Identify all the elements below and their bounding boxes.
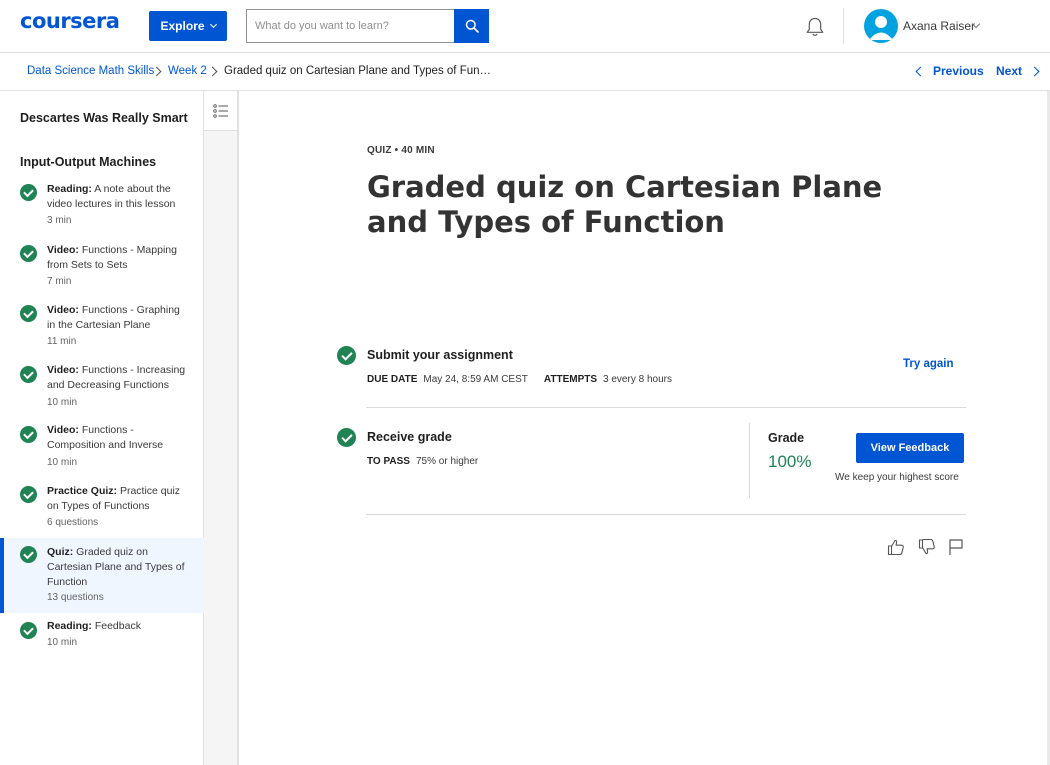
sidebar-item[interactable]: Practice Quiz: Practice quiz on Types of… (0, 483, 204, 539)
sidebar-item[interactable]: Video: Functions - Composition and Inver… (0, 423, 204, 479)
item-meta: 7 min (47, 276, 72, 287)
thumbs-down-icon[interactable] (917, 537, 937, 557)
toggle-outline-button[interactable] (204, 91, 237, 131)
sidebar-item-label: Video: Functions - Increasing and Decrea… (47, 363, 187, 393)
item-type: Practice Quiz: (47, 485, 118, 497)
quiz-kicker: QUIZ • 40 MIN (367, 145, 435, 156)
check-circle-icon (20, 366, 37, 383)
search-icon (465, 19, 479, 33)
check-circle-icon (337, 428, 356, 447)
sidebar-item-label: Quiz: Graded quiz on Cartesian Plane and… (47, 545, 187, 590)
grade-divider (749, 423, 750, 498)
search-button[interactable] (454, 9, 489, 43)
header-divider (843, 8, 844, 44)
sidebar-item[interactable]: Video: Functions - Graphing in the Carte… (0, 302, 204, 358)
grade-label: Grade (768, 431, 805, 445)
search-placeholder: What do you want to learn? (255, 20, 389, 32)
explore-button[interactable]: Explore (149, 11, 227, 41)
previous-button[interactable]: Previous (915, 64, 984, 78)
check-circle-icon (20, 622, 37, 639)
due-date-value: May 24, 8:59 AM CEST (423, 374, 528, 385)
sidebar-item-label: Reading: Feedback (47, 619, 187, 634)
chevron-right-icon (207, 66, 218, 77)
item-meta: 11 min (47, 336, 77, 347)
sidebar-item[interactable]: Reading: Feedback 10 min (0, 619, 204, 659)
item-meta: 3 min (47, 215, 72, 226)
coursera-logo[interactable]: coursera (20, 9, 120, 33)
section-divider (366, 407, 966, 408)
explore-label: Explore (160, 19, 205, 33)
avatar[interactable] (864, 9, 898, 43)
item-meta: 10 min (47, 397, 78, 408)
check-circle-icon (20, 486, 37, 503)
module-title[interactable]: Descartes Was Really Smart (20, 110, 190, 127)
grade-meta: TO PASS 75% or higher (367, 456, 478, 467)
sidebar-item-label: Video: Functions - Composition and Inver… (47, 423, 187, 453)
check-circle-icon (20, 546, 37, 563)
item-type: Reading: (47, 620, 92, 632)
breadcrumb-week[interactable]: Week 2 (168, 65, 207, 77)
sidebar-item-label: Reading: A note about the video lectures… (47, 182, 187, 212)
item-meta: 10 min (47, 637, 78, 648)
next-label: Next (996, 64, 1023, 78)
sidebar-item-label: Video: Functions - Graphing in the Carte… (47, 303, 187, 333)
item-meta: 6 questions (47, 517, 99, 528)
sidebar-item-active[interactable]: Quiz: Graded quiz on Cartesian Plane and… (0, 538, 204, 613)
to-pass-label: TO PASS (367, 456, 410, 467)
list-icon (212, 103, 228, 118)
sidebar-item-label: Video: Functions - Mapping from Sets to … (47, 243, 187, 273)
due-date-label: DUE DATE (367, 374, 418, 385)
user-name[interactable]: Axana Raiser (903, 19, 975, 33)
chevron-down-icon (209, 20, 217, 29)
attempts-value: 3 every 8 hours (603, 374, 672, 385)
attempts-label: ATTEMPTS (543, 374, 598, 385)
top-header: coursera Explore What do you want to lea… (0, 0, 1050, 53)
check-circle-icon (337, 346, 356, 365)
highest-score-note: We keep your highest score (835, 472, 959, 483)
course-sidebar: Descartes Was Really Smart Input-Output … (0, 91, 204, 765)
user-icon (869, 16, 893, 40)
check-circle-icon (20, 305, 37, 322)
item-type: Video: (47, 364, 79, 376)
to-pass-value: 75% or higher (415, 456, 479, 467)
item-meta: 10 min (47, 457, 78, 468)
view-feedback-button[interactable]: View Feedback (856, 433, 964, 463)
grade-value: 100% (768, 452, 812, 471)
page-title: Graded quiz on Cartesian Plane and Types… (367, 170, 883, 239)
item-title: Feedback (94, 620, 141, 632)
check-circle-icon (20, 184, 37, 201)
breadcrumb-current: Graded quiz on Cartesian Plane and Types… (224, 65, 492, 77)
check-circle-icon (20, 426, 37, 443)
item-type: Quiz: (47, 546, 74, 558)
submit-meta: DUE DATE May 24, 8:59 AM CEST ATTEMPTS 3… (367, 374, 672, 385)
thumbs-up-icon[interactable] (886, 537, 906, 557)
search-input[interactable]: What do you want to learn? (246, 9, 455, 43)
try-again-link[interactable]: Try again (903, 358, 954, 370)
item-meta: 13 questions (47, 592, 104, 603)
breadcrumb-course[interactable]: Data Science Math Skills (27, 65, 154, 77)
section-divider (366, 514, 966, 515)
sidebar-item[interactable]: Video: Functions - Mapping from Sets to … (0, 242, 204, 298)
breadcrumb: Data Science Math Skills Week 2 Graded q… (0, 53, 1050, 91)
flag-icon[interactable] (946, 537, 966, 557)
item-type: Video: (47, 244, 79, 256)
grade-section-title: Receive grade (367, 430, 452, 444)
item-type: Video: (47, 424, 79, 436)
sidebar-item[interactable]: Reading: A note about the video lectures… (0, 181, 204, 237)
sidebar-toggle-strip (204, 91, 239, 765)
next-button[interactable]: Next (996, 64, 1040, 78)
bell-icon[interactable] (805, 16, 825, 38)
sidebar-item-label: Practice Quiz: Practice quiz on Types of… (47, 484, 187, 514)
item-type: Video: (47, 304, 79, 316)
chevron-left-icon (915, 66, 926, 76)
submit-section-title: Submit your assignment (367, 348, 513, 362)
check-circle-icon (20, 245, 37, 262)
item-type: Reading: (47, 183, 92, 195)
module-title[interactable]: Input-Output Machines (20, 154, 190, 171)
sidebar-item[interactable]: Video: Functions - Increasing and Decrea… (0, 363, 204, 419)
chevron-right-icon (1029, 66, 1040, 76)
previous-label: Previous (933, 64, 984, 78)
